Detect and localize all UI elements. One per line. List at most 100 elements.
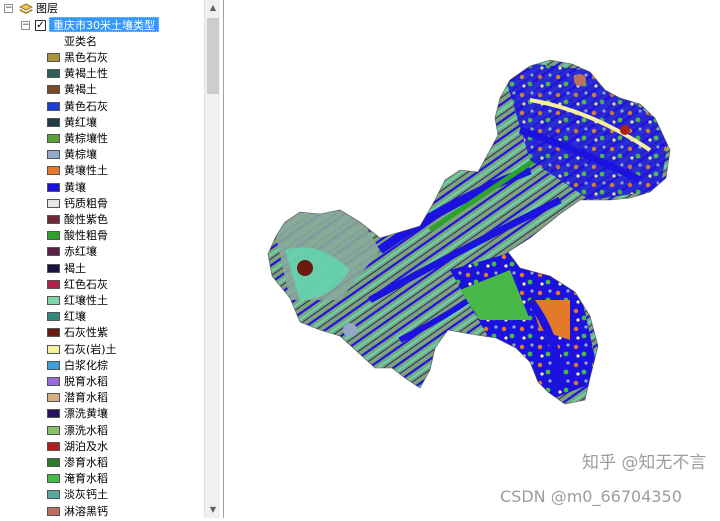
legend-label: 黄棕壤 (64, 148, 97, 162)
legend-item[interactable]: 黄棕壤 (0, 147, 204, 163)
legend-swatch[interactable] (47, 279, 60, 289)
legend-swatch[interactable] (47, 53, 60, 62)
legend-swatch[interactable] (47, 441, 60, 451)
legend-label: 黑色石灰 (64, 51, 108, 64)
legend-swatch[interactable] (47, 150, 60, 160)
layers-icon (19, 3, 33, 14)
toc-root-label: 图层 (36, 2, 58, 15)
legend-swatch[interactable] (47, 134, 60, 143)
legend-swatch[interactable] (47, 474, 60, 484)
legend-swatch[interactable] (47, 215, 60, 224)
csdn-watermark: CSDN @m0_66704350 (500, 487, 682, 506)
legend-item[interactable]: 淡灰钙土 (0, 487, 204, 503)
legend-item[interactable]: 湖泊及水 (0, 439, 204, 455)
legend-item[interactable]: 酸性紫色 (0, 212, 204, 228)
legend-item[interactable]: 白浆化棕 (0, 358, 204, 374)
scroll-up-icon[interactable]: ▲ (205, 0, 221, 16)
legend-swatch[interactable] (47, 344, 60, 354)
legend-swatch[interactable] (47, 506, 60, 516)
legend-item[interactable]: 酸性粗骨 (0, 228, 204, 244)
legend-label: 淡灰钙土 (64, 488, 108, 502)
legend-item[interactable]: 石灰(岩)土 (0, 342, 204, 358)
legend-label: 漂洗黄壤 (64, 407, 108, 421)
collapse-icon[interactable]: − (4, 4, 13, 13)
toc-root-row[interactable]: − 图层 (0, 1, 204, 17)
legend-swatch[interactable] (47, 85, 60, 95)
legend-swatch[interactable] (47, 393, 60, 403)
legend-item[interactable]: 红壤 (0, 309, 204, 325)
legend-item[interactable]: 漂洗水稻 (0, 423, 204, 439)
legend-label: 黄色石灰 (64, 99, 108, 113)
legend-swatch[interactable] (47, 360, 60, 370)
toc-scrollbar[interactable]: ▲ ▼ (204, 0, 220, 518)
legend-label: 酸性紫色 (64, 213, 108, 226)
legend-field-row: 亚类名 (0, 34, 204, 50)
layer-name[interactable]: 重庆市30米土壤类型 (49, 17, 159, 32)
legend-item[interactable]: 潜育水稻 (0, 390, 204, 406)
legend-item[interactable]: 黄棕壤性 (0, 131, 204, 147)
legend-item[interactable]: 黄壤性土 (0, 163, 204, 179)
legend-label: 酸性粗骨 (64, 229, 108, 243)
legend-swatch[interactable] (47, 69, 60, 79)
legend-item[interactable]: 黄红壤 (0, 115, 204, 131)
legend-item[interactable]: 赤红壤 (0, 244, 204, 260)
legend-label: 湖泊及水 (64, 439, 108, 453)
legend-swatch[interactable] (47, 312, 60, 322)
legend-label: 白浆化棕 (64, 358, 108, 372)
legend-label: 红壤性土 (64, 294, 108, 307)
legend-label: 淹育水稻 (64, 472, 108, 486)
legend-swatch[interactable] (47, 328, 60, 338)
legend-item[interactable]: 钙质粗骨 (0, 196, 204, 212)
legend-item[interactable]: 漂洗黄壤 (0, 406, 204, 422)
legend-swatch[interactable] (47, 231, 60, 241)
zhihu-watermark: 知乎 @知无不言 (582, 453, 707, 473)
legend-item[interactable]: 淹育水稻 (0, 471, 204, 487)
soil-type-map (267, 59, 671, 405)
table-of-contents-panel: − 图层 − ✓ 重庆市30米土壤类型 亚类名 黑色石灰黄褐土性 黄褐土黄色石灰黄… (0, 0, 224, 518)
legend-label: 红色石灰 (64, 277, 108, 291)
legend-label: 黄棕壤性 (64, 132, 108, 145)
map-view[interactable]: 知乎 @知无不言 CSDN @m0_66704350 (230, 0, 720, 518)
scroll-thumb[interactable] (207, 18, 219, 94)
legend-swatch[interactable] (47, 263, 60, 273)
legend-swatch[interactable] (47, 409, 60, 419)
legend-item[interactable]: 黄色石灰 (0, 99, 204, 115)
legend-item[interactable]: 黄褐土 (0, 82, 204, 98)
legend-item[interactable]: 淋溶黑钙 (0, 504, 204, 518)
legend-label: 渗育水稻 (64, 456, 108, 469)
legend-swatch[interactable] (47, 101, 60, 111)
legend-label: 潜育水稻 (64, 391, 108, 405)
legend-swatch[interactable] (47, 247, 60, 257)
legend-item[interactable]: 红色石灰 (0, 277, 204, 293)
legend-swatch[interactable] (47, 458, 60, 467)
legend-label: 漂洗水稻 (64, 423, 108, 437)
legend-item[interactable]: 黄壤 (0, 180, 204, 196)
legend-swatch[interactable] (47, 490, 60, 500)
toc-tree: − 图层 − ✓ 重庆市30米土壤类型 亚类名 黑色石灰黄褐土性 黄褐土黄色石灰黄… (0, 0, 204, 518)
legend-item[interactable]: 褐土 (0, 261, 204, 277)
legend-swatch[interactable] (47, 166, 60, 176)
legend-label: 石灰(岩)土 (64, 342, 117, 356)
legend-swatch[interactable] (47, 425, 60, 435)
layer-visibility-checkbox[interactable]: ✓ (35, 20, 46, 31)
legend-field-name: 亚类名 (64, 35, 97, 48)
legend-label: 钙质粗骨 (64, 196, 108, 210)
scroll-down-icon[interactable]: ▼ (205, 502, 221, 518)
legend-item[interactable]: 石灰性紫 (0, 325, 204, 341)
legend-swatch[interactable] (47, 377, 60, 386)
legend-label: 褐土 (64, 261, 86, 275)
legend-swatch[interactable] (47, 182, 60, 192)
legend-item[interactable]: 黄褐土性 (0, 66, 204, 82)
legend-label: 黄壤 (64, 180, 86, 194)
legend-swatch[interactable] (47, 198, 60, 208)
legend-swatch[interactable] (47, 117, 60, 127)
legend-label: 脱育水稻 (64, 375, 108, 388)
legend-label: 黄褐土 (64, 83, 97, 97)
collapse-icon[interactable]: − (21, 21, 30, 30)
legend-item[interactable]: 脱育水稻 (0, 374, 204, 390)
legend-swatch[interactable] (47, 296, 60, 305)
legend-item[interactable]: 红壤性土 (0, 293, 204, 309)
legend-item[interactable]: 黑色石灰 (0, 50, 204, 66)
legend-item[interactable]: 渗育水稻 (0, 455, 204, 471)
toc-layer-row[interactable]: − ✓ 重庆市30米土壤类型 (0, 17, 204, 33)
